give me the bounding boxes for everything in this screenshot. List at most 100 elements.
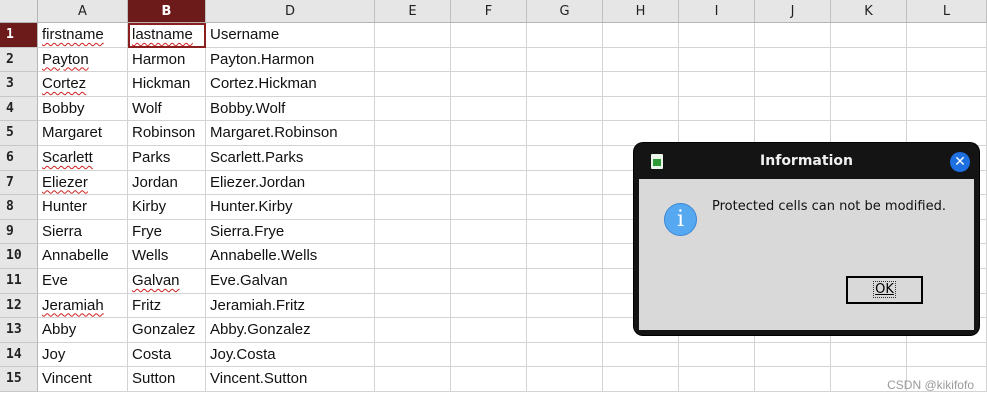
cell-d12[interactable]: Jeramiah.Fritz	[206, 293, 375, 319]
cell-b9[interactable]: Frye	[128, 219, 206, 245]
cell-d7[interactable]: Eliezer.Jordan	[206, 170, 375, 196]
row-header-13[interactable]: 13	[0, 318, 38, 343]
cell-i4[interactable]	[679, 96, 755, 122]
cell-e11[interactable]	[375, 269, 451, 294]
cell-h14[interactable]	[603, 342, 679, 368]
cell-g15[interactable]	[527, 367, 603, 392]
cell-g5[interactable]	[527, 121, 603, 146]
cell-b14[interactable]: Costa	[128, 342, 206, 368]
cell-g9[interactable]	[527, 219, 603, 245]
cell-d4[interactable]: Bobby.Wolf	[206, 96, 375, 122]
column-header-f[interactable]: F	[451, 0, 527, 23]
row-header-11[interactable]: 11	[0, 269, 38, 294]
cell-b7[interactable]: Jordan	[128, 170, 206, 196]
cell-l4[interactable]	[907, 96, 987, 122]
dialog-titlebar[interactable]: Information ✕	[634, 143, 979, 178]
row-header-3[interactable]: 3	[0, 72, 38, 97]
row-header-14[interactable]: 14	[0, 342, 38, 368]
cell-l2[interactable]	[907, 47, 987, 73]
cell-a9[interactable]: Sierra	[38, 219, 128, 245]
cell-l3[interactable]	[907, 72, 987, 97]
column-header-l[interactable]: L	[907, 0, 987, 23]
row-header-5[interactable]: 5	[0, 121, 38, 146]
column-header-a[interactable]: A	[38, 0, 128, 23]
cell-e4[interactable]	[375, 96, 451, 122]
cell-g12[interactable]	[527, 293, 603, 319]
cell-f4[interactable]	[451, 96, 527, 122]
row-header-12[interactable]: 12	[0, 293, 38, 319]
cell-d6[interactable]: Scarlett.Parks	[206, 146, 375, 171]
cell-f14[interactable]	[451, 342, 527, 368]
cell-i2[interactable]	[679, 47, 755, 73]
cell-d13[interactable]: Abby.Gonzalez	[206, 318, 375, 343]
column-header-d[interactable]: D	[206, 0, 375, 23]
row-header-4[interactable]: 4	[0, 96, 38, 122]
cell-a7[interactable]: Eliezer	[38, 170, 128, 196]
cell-d3[interactable]: Cortez.Hickman	[206, 72, 375, 97]
row-header-6[interactable]: 6	[0, 146, 38, 171]
row-header-15[interactable]: 15	[0, 367, 38, 392]
cell-h15[interactable]	[603, 367, 679, 392]
cell-e1[interactable]	[375, 23, 451, 48]
cell-e7[interactable]	[375, 170, 451, 196]
row-header-10[interactable]: 10	[0, 244, 38, 269]
row-header-8[interactable]: 8	[0, 195, 38, 220]
close-icon[interactable]: ✕	[950, 152, 970, 172]
cell-e9[interactable]	[375, 219, 451, 245]
cell-k4[interactable]	[831, 96, 907, 122]
cell-b1[interactable]: lastname	[128, 23, 206, 48]
cell-j4[interactable]	[755, 96, 831, 122]
cell-d1[interactable]: Username	[206, 23, 375, 48]
cell-g11[interactable]	[527, 269, 603, 294]
column-header-i[interactable]: I	[679, 0, 755, 23]
cell-f15[interactable]	[451, 367, 527, 392]
cell-e2[interactable]	[375, 47, 451, 73]
column-header-j[interactable]: J	[755, 0, 831, 23]
cell-a6[interactable]: Scarlett	[38, 146, 128, 171]
cell-d5[interactable]: Margaret.Robinson	[206, 121, 375, 146]
cell-h1[interactable]	[603, 23, 679, 48]
cell-j15[interactable]	[755, 367, 831, 392]
cell-b5[interactable]: Robinson	[128, 121, 206, 146]
cell-b15[interactable]: Sutton	[128, 367, 206, 392]
cell-d14[interactable]: Joy.Costa	[206, 342, 375, 368]
cell-b6[interactable]: Parks	[128, 146, 206, 171]
cell-e14[interactable]	[375, 342, 451, 368]
cell-l14[interactable]	[907, 342, 987, 368]
cell-i15[interactable]	[679, 367, 755, 392]
cell-g13[interactable]	[527, 318, 603, 343]
cell-k3[interactable]	[831, 72, 907, 97]
select-all-corner[interactable]	[0, 0, 38, 23]
cell-f2[interactable]	[451, 47, 527, 73]
cell-d15[interactable]: Vincent.Sutton	[206, 367, 375, 392]
cell-e6[interactable]	[375, 146, 451, 171]
cell-b13[interactable]: Gonzalez	[128, 318, 206, 343]
column-header-g[interactable]: G	[527, 0, 603, 23]
row-header-2[interactable]: 2	[0, 47, 38, 73]
cell-a10[interactable]: Annabelle	[38, 244, 128, 269]
cell-e10[interactable]	[375, 244, 451, 269]
cell-g14[interactable]	[527, 342, 603, 368]
cell-l1[interactable]	[907, 23, 987, 48]
cell-g8[interactable]	[527, 195, 603, 220]
cell-e15[interactable]	[375, 367, 451, 392]
cell-e12[interactable]	[375, 293, 451, 319]
cell-f12[interactable]	[451, 293, 527, 319]
cell-i3[interactable]	[679, 72, 755, 97]
cell-b10[interactable]: Wells	[128, 244, 206, 269]
cell-a5[interactable]: Margaret	[38, 121, 128, 146]
cell-g3[interactable]	[527, 72, 603, 97]
cell-a13[interactable]: Abby	[38, 318, 128, 343]
cell-e13[interactable]	[375, 318, 451, 343]
cell-b2[interactable]: Harmon	[128, 47, 206, 73]
cell-h4[interactable]	[603, 96, 679, 122]
cell-f13[interactable]	[451, 318, 527, 343]
cell-h2[interactable]	[603, 47, 679, 73]
cell-b8[interactable]: Kirby	[128, 195, 206, 220]
cell-d9[interactable]: Sierra.Frye	[206, 219, 375, 245]
cell-a4[interactable]: Bobby	[38, 96, 128, 122]
cell-f8[interactable]	[451, 195, 527, 220]
row-header-9[interactable]: 9	[0, 219, 38, 245]
cell-d2[interactable]: Payton.Harmon	[206, 47, 375, 73]
cell-k1[interactable]	[831, 23, 907, 48]
